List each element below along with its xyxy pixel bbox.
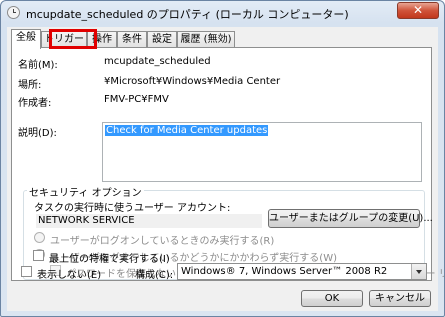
configure-label: 構成(C): [135,270,174,281]
author-value: FMV-PC¥FMV [104,94,169,105]
cancel-button-label: キャンセル [375,293,425,304]
window-title: mcupdate_scheduled のプロパティ (ローカル コンピューター) [26,8,349,21]
tab-conditions[interactable]: 条件 [117,31,147,47]
change-user-button[interactable]: ユーザーまたはグループの変更(U)... [268,209,433,228]
configure-value: Windows® 7, Windows Server™ 2008 R2 [181,266,388,277]
tab-settings[interactable]: 設定 [147,31,177,47]
properties-dialog: mcupdate_scheduled のプロパティ (ローカル コンピューター)… [0,0,445,317]
security-options-title: セキュリティ オプション [27,184,144,199]
tab-history[interactable]: 履歴 (無効) [177,31,235,47]
dialog-content: 全般 トリガー 操作 条件 設定 履歴 (無効) 名前(M): mcupdate… [7,27,444,311]
tab-label: 全般 [16,32,36,43]
hidden-checkbox[interactable] [21,266,32,277]
radio-logged-on-label: ユーザーがログオンしているときのみ実行する(R) [50,236,275,247]
account-value: NETWORK SERVICE [36,214,262,228]
general-panel: 名前(M): mcupdate_scheduled 場所: ¥Microsoft… [11,47,444,281]
ok-button-label: OK [324,293,340,304]
author-label: 作成者: [18,98,52,109]
name-label: 名前(M): [18,60,58,71]
radio-logged-on[interactable] [34,232,45,243]
tab-label: 履歴 (無効) [180,34,232,45]
location-value: ¥Microsoft¥Windows¥Media Center [104,76,281,87]
chevron-down-icon[interactable] [411,264,426,279]
title-bar[interactable]: mcupdate_scheduled のプロパティ (ローカル コンピューター)… [1,1,444,25]
tab-general[interactable]: 全般 [11,29,41,49]
tab-label: 条件 [122,34,142,45]
account-prompt: タスクの実行時に使うユーザー アカウント: [34,203,231,214]
configure-select[interactable]: Windows® 7, Windows Server™ 2008 R2 [177,263,427,280]
close-button[interactable]: ✕ [397,2,439,19]
change-user-button-label: ユーザーまたはグループの変更(U)... [269,213,433,224]
tab-label: 設定 [152,34,172,45]
cancel-button[interactable]: キャンセル [369,290,431,307]
highest-privileges-checkbox[interactable] [33,250,44,261]
hidden-label: 表示しない(E) [37,270,102,281]
ok-button[interactable]: OK [301,290,363,307]
trigger-tab-highlight [49,29,97,49]
description-label: 説明(D): [18,128,57,139]
close-icon: ✕ [412,3,424,17]
description-field[interactable]: Check for Media Center updates [102,122,422,182]
description-selected-text: Check for Media Center updates [105,125,269,136]
name-value: mcupdate_scheduled [104,56,211,67]
highest-privileges-label: 最上位の特権で実行する(I) [49,254,170,265]
clock-icon [7,6,20,19]
location-label: 場所: [18,80,42,91]
